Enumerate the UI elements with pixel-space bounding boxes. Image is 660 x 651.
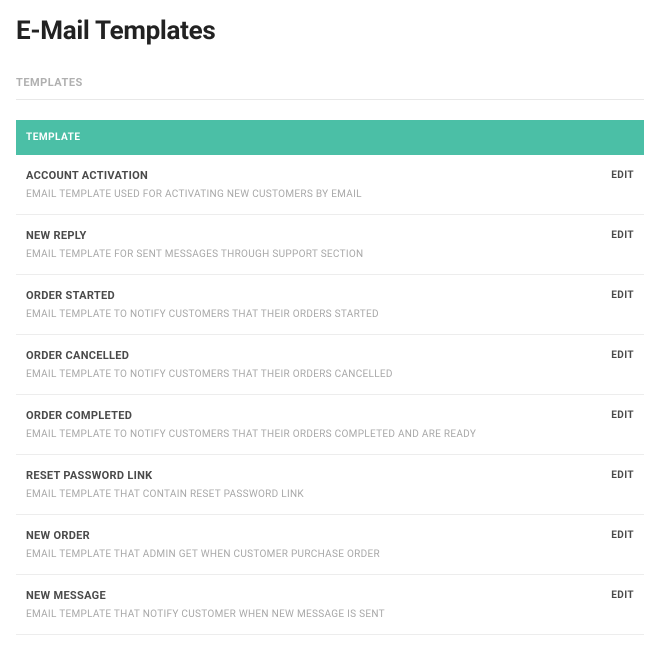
table-row: NEW MESSAGE EMAIL TEMPLATE THAT NOTIFY CU… xyxy=(16,575,644,635)
row-content: NEW MESSAGE EMAIL TEMPLATE THAT NOTIFY CU… xyxy=(26,589,611,622)
template-title: RESET PASSWORD LINK xyxy=(26,469,601,482)
table-row: ORDER CANCELLED EMAIL TEMPLATE TO NOTIFY … xyxy=(16,335,644,395)
table-row: ORDER COMPLETED EMAIL TEMPLATE TO NOTIFY … xyxy=(16,395,644,455)
table-row: NEW ORDER EMAIL TEMPLATE THAT ADMIN GET W… xyxy=(16,515,644,575)
template-description: EMAIL TEMPLATE TO NOTIFY CUSTOMERS THAT … xyxy=(26,368,601,382)
template-description: EMAIL TEMPLATE USED FOR ACTIVATING NEW C… xyxy=(26,188,601,202)
page-title: E-Mail Templates xyxy=(16,16,644,46)
row-content: RESET PASSWORD LINK EMAIL TEMPLATE THAT C… xyxy=(26,469,611,502)
table-row: ACCOUNT ACTIVATION EMAIL TEMPLATE USED FO… xyxy=(16,155,644,215)
table-row: NEW REPLY EMAIL TEMPLATE FOR SENT MESSAGE… xyxy=(16,215,644,275)
edit-button[interactable]: EDIT xyxy=(611,589,634,601)
edit-button[interactable]: EDIT xyxy=(611,529,634,541)
edit-button[interactable]: EDIT xyxy=(611,169,634,181)
row-content: ACCOUNT ACTIVATION EMAIL TEMPLATE USED FO… xyxy=(26,169,611,202)
row-content: ORDER COMPLETED EMAIL TEMPLATE TO NOTIFY … xyxy=(26,409,611,442)
edit-button[interactable]: EDIT xyxy=(611,469,634,481)
page-container: E-Mail Templates TEMPLATES TEMPLATE ACCO… xyxy=(0,0,660,651)
templates-list: ACCOUNT ACTIVATION EMAIL TEMPLATE USED FO… xyxy=(16,155,644,635)
template-title: ORDER CANCELLED xyxy=(26,349,601,362)
template-title: NEW REPLY xyxy=(26,229,601,242)
table-row: ORDER STARTED EMAIL TEMPLATE TO NOTIFY CU… xyxy=(16,275,644,335)
section-label: TEMPLATES xyxy=(16,76,644,100)
edit-button[interactable]: EDIT xyxy=(611,409,634,421)
template-title: ACCOUNT ACTIVATION xyxy=(26,169,601,182)
row-content: ORDER STARTED EMAIL TEMPLATE TO NOTIFY CU… xyxy=(26,289,611,322)
template-description: EMAIL TEMPLATE THAT NOTIFY CUSTOMER WHEN… xyxy=(26,608,601,622)
template-title: NEW MESSAGE xyxy=(26,589,601,602)
template-title: ORDER STARTED xyxy=(26,289,601,302)
table-row: RESET PASSWORD LINK EMAIL TEMPLATE THAT C… xyxy=(16,455,644,515)
edit-button[interactable]: EDIT xyxy=(611,289,634,301)
template-description: EMAIL TEMPLATE THAT CONTAIN RESET PASSWO… xyxy=(26,488,601,502)
row-content: ORDER CANCELLED EMAIL TEMPLATE TO NOTIFY … xyxy=(26,349,611,382)
template-title: NEW ORDER xyxy=(26,529,601,542)
template-description: EMAIL TEMPLATE TO NOTIFY CUSTOMERS THAT … xyxy=(26,308,601,322)
table-header: TEMPLATE xyxy=(16,120,644,155)
edit-button[interactable]: EDIT xyxy=(611,349,634,361)
row-content: NEW REPLY EMAIL TEMPLATE FOR SENT MESSAGE… xyxy=(26,229,611,262)
template-description: EMAIL TEMPLATE FOR SENT MESSAGES THROUGH… xyxy=(26,248,601,262)
template-description: EMAIL TEMPLATE THAT ADMIN GET WHEN CUSTO… xyxy=(26,548,601,562)
template-description: EMAIL TEMPLATE TO NOTIFY CUSTOMERS THAT … xyxy=(26,428,601,442)
template-title: ORDER COMPLETED xyxy=(26,409,601,422)
edit-button[interactable]: EDIT xyxy=(611,229,634,241)
row-content: NEW ORDER EMAIL TEMPLATE THAT ADMIN GET W… xyxy=(26,529,611,562)
